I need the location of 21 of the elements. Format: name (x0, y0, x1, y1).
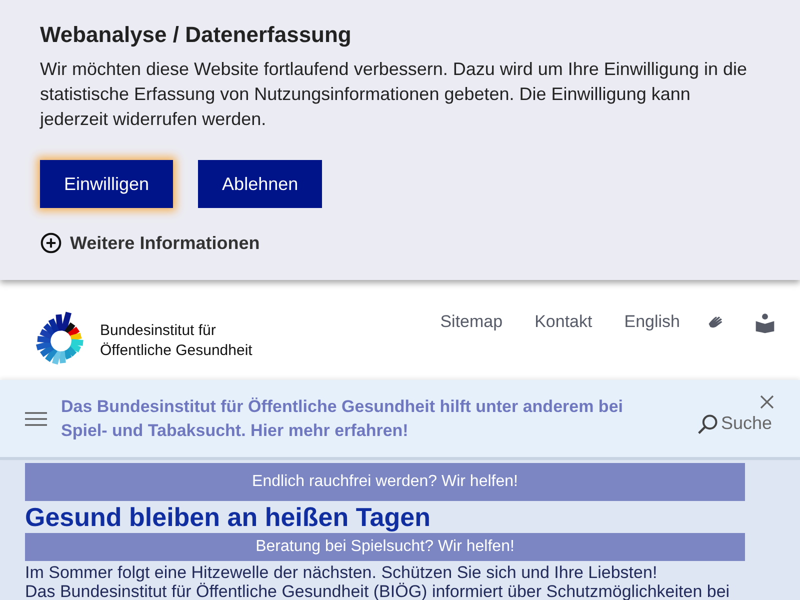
menu-icon[interactable] (25, 412, 47, 426)
article-paragraph: Im Sommer folgt eine Hitzewelle der nächsten. Schützen Sie sich und Ihre Liebsten! (25, 563, 658, 582)
nav-link[interactable]: Sitemap (440, 312, 503, 332)
nav-link[interactable]: Kontakt (534, 312, 592, 332)
close-icon[interactable] (759, 394, 775, 410)
book-reader-icon[interactable] (754, 312, 776, 334)
logo-text: Öffentliche Gesundheit (100, 341, 252, 361)
nav-link[interactable]: English (624, 312, 680, 332)
plus-circle-icon[interactable] (40, 232, 62, 254)
search-icon (697, 412, 719, 434)
teaser-link[interactable]: Beratung bei Spielsucht? Wir helfen! (25, 533, 745, 561)
consent-button[interactable]: Ablehnen (198, 160, 322, 208)
consent-title: Webanalyse / Datenerfassung (40, 22, 352, 48)
notice-link[interactable]: Das Bundesinstitut für Öffentliche Gesundheit hilft unter anderem bei Spiel- und Tabaksucht. Hier mehr erfahren! (61, 394, 671, 442)
consent-button[interactable]: Einwilligen (40, 160, 174, 208)
more-info-link[interactable]: Weitere Informationen (70, 232, 260, 254)
teaser-link[interactable]: Endlich rauchfrei werden? Wir helfen! (25, 463, 745, 501)
search-field[interactable]: Suche (697, 412, 775, 434)
consent-text: Wir möchten diese Website fortlaufend verbessern. Dazu wird um Ihre Einwilligung in die statistische Erfassung von Nutzungsinformationen gebeten. Die Einwilligung kann jederzeit widerrufen werden. (40, 58, 748, 131)
article-heading: Gesund bleiben an heißen Tagen (25, 503, 430, 531)
logo-text: Bundesinstitut für (100, 321, 217, 341)
